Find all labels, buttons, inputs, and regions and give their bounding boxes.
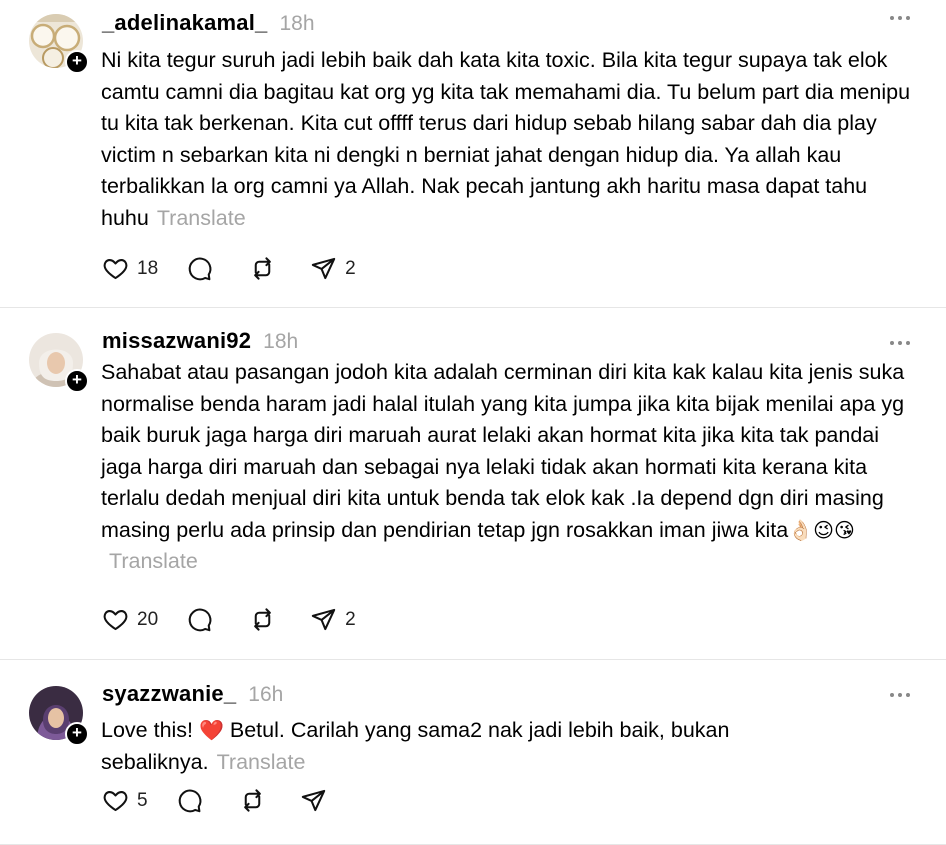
emoji-group: 👌🏻😉😘 [788,517,855,542]
comment-icon [178,789,201,813]
post-text: Ni kita tegur suruh jadi lebih baik dah … [101,45,912,234]
like-button[interactable]: 18 [102,255,158,282]
follow-plus-icon[interactable]: + [65,50,89,74]
translate-link[interactable]: Translate [157,206,246,230]
avatar-container[interactable]: + [29,14,89,74]
like-button[interactable]: 5 [102,787,148,814]
repost-button[interactable] [249,606,276,633]
comment-icon [188,257,212,281]
share-button[interactable] [300,787,327,814]
share-icon [301,789,325,812]
heart-icon [103,259,128,280]
share-count: 2 [345,257,356,279]
username[interactable]: _adelinakamal_ [102,10,267,36]
like-count: 5 [137,789,148,811]
thread-reply: + _adelinakamal_ 18h Ni kita tegur suruh… [0,0,946,308]
comment-icon [188,608,212,632]
share-icon [311,608,336,631]
username[interactable]: missazwani92 [102,328,251,354]
post-header: missazwani92 18h [102,328,298,358]
share-button[interactable]: 2 [310,255,356,282]
action-bar: 5 [102,787,355,814]
red-heart-emoji: ❤️ [199,718,224,742]
post-header: _adelinakamal_ 18h [102,10,315,40]
repost-icon [243,789,261,812]
share-button[interactable]: 2 [310,606,356,633]
action-bar: 20 2 [102,606,384,633]
like-count: 20 [137,608,159,630]
repost-button[interactable] [249,255,276,282]
post-text-content: Ni kita tegur suruh jadi lebih baik dah … [101,48,911,230]
timestamp[interactable]: 18h [279,12,314,36]
repost-button[interactable] [239,787,266,814]
post-text-content: Love this! [101,718,199,742]
comment-button[interactable] [186,255,213,282]
timestamp[interactable]: 16h [248,683,283,707]
thread-reply: + syazzwanie_ 16h Love this! ❤️ Betul. C… [0,660,946,845]
post-text: Love this! ❤️ Betul. Carilah yang sama2 … [101,715,912,778]
timestamp[interactable]: 18h [263,330,298,354]
like-count: 18 [137,257,159,279]
repost-icon [254,257,271,280]
comment-button[interactable] [186,606,213,633]
more-icon[interactable] [890,16,910,22]
action-bar: 18 2 [102,255,384,282]
follow-plus-icon[interactable]: + [65,722,89,746]
repost-icon [254,608,271,631]
username[interactable]: syazzwanie_ [102,681,236,707]
more-icon[interactable] [890,693,910,699]
thread-reply: + missazwani92 18h Sahabat atau pasangan… [0,308,946,660]
heart-icon [103,791,128,812]
share-icon [311,257,336,280]
follow-plus-icon[interactable]: + [65,369,89,393]
heart-icon [103,610,128,631]
post-header: syazzwanie_ 16h [102,681,283,711]
like-button[interactable]: 20 [102,606,158,633]
post-text: Sahabat atau pasangan jodoh kita adalah … [101,357,912,578]
translate-link[interactable]: Translate [109,549,198,573]
avatar-container[interactable]: + [29,333,89,393]
post-text-content: Sahabat atau pasangan jodoh kita adalah … [101,360,905,542]
comment-button[interactable] [176,787,203,814]
share-count: 2 [345,608,356,630]
avatar-container[interactable]: + [29,686,89,746]
translate-link[interactable]: Translate [217,750,306,774]
more-icon[interactable] [890,341,910,347]
